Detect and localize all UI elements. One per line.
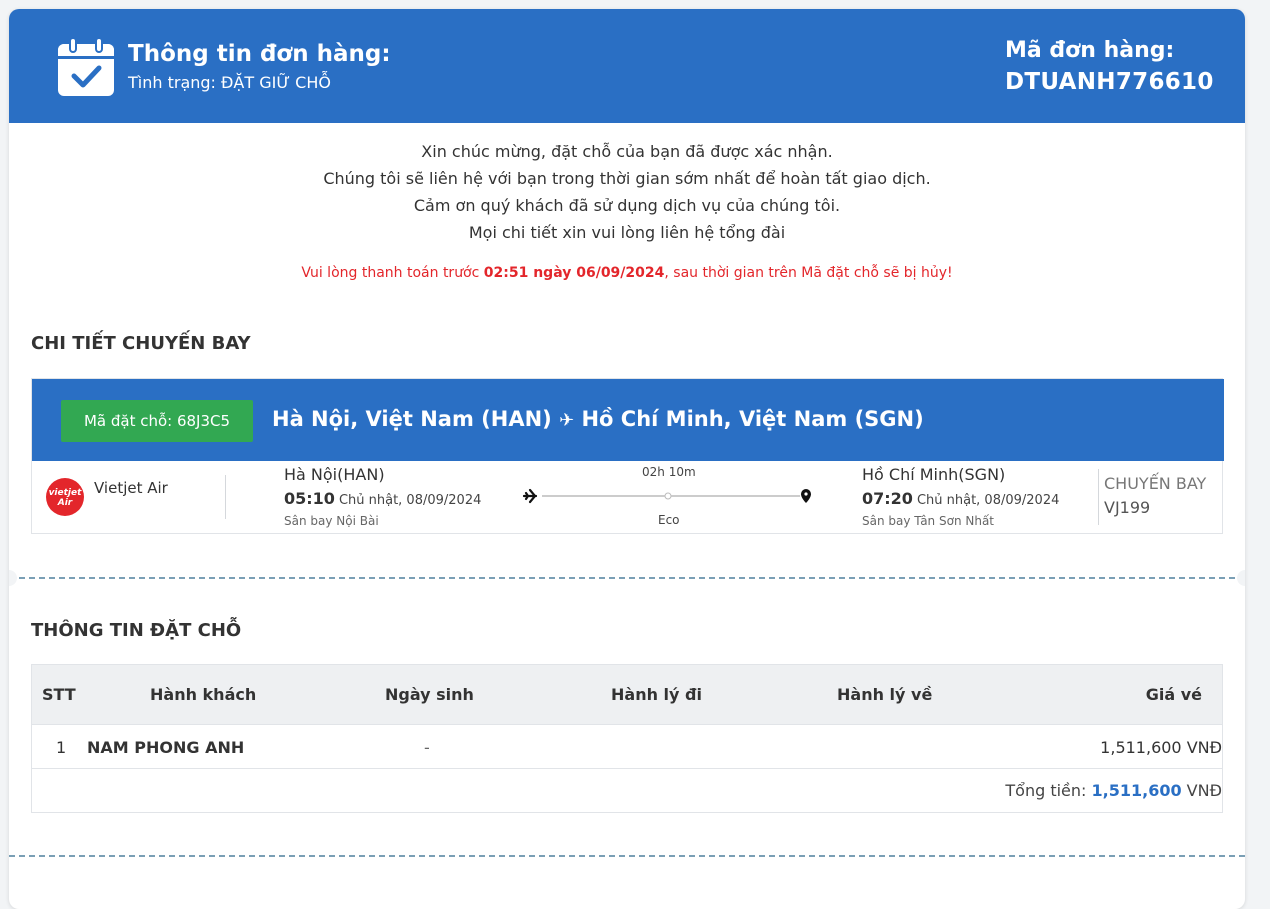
ticket-notch-right (1237, 570, 1245, 586)
plane-icon: ✈ (559, 410, 575, 431)
col-passenger: Hành khách (150, 685, 257, 704)
divider (225, 475, 226, 519)
flight-route-bar: Mã đặt chỗ: 68J3C5 Hà Nội, Việt Nam (HAN… (32, 379, 1224, 461)
arrival-time: 07:20 Chủ nhật, 08/09/2024 (862, 489, 1060, 508)
order-code: DTUANH776610 (1005, 69, 1214, 95)
payment-deadline: 02:51 ngày 06/09/2024 (483, 265, 665, 281)
col-price: Giá vé (1145, 685, 1202, 704)
arrival-airport: Sân bay Tân Sơn Nhất (862, 514, 994, 528)
col-stt: STT (42, 685, 76, 704)
row-price: 1,511,600 VNĐ (1100, 738, 1222, 757)
row-dob: - (424, 738, 430, 757)
arrival-date: Chủ nhật, 08/09/2024 (916, 493, 1060, 508)
confirm-message-2: Chúng tôi sẽ liên hệ với bạn trong thời … (323, 169, 931, 188)
total-price: Tổng tiền: 1,511,600 VNĐ (1005, 781, 1222, 800)
plane-depart-icon (522, 488, 538, 504)
airline-name: Vietjet Air (94, 479, 168, 497)
arrival-city: Hồ Chí Minh(SGN) (862, 465, 1006, 484)
payment-deadline-warning: Vui lòng thanh toán trước 02:51 ngày 06/… (301, 265, 953, 281)
col-bag-out: Hành lý đi (611, 685, 702, 704)
pnr-badge: Mã đặt chỗ: 68J3C5 (61, 400, 253, 442)
booking-table: STT Hành khách Ngày sinh Hành lý đi Hành… (31, 664, 1223, 813)
flight-track (522, 488, 811, 504)
location-pin-icon (801, 489, 811, 503)
col-bag-back: Hành lý về (837, 685, 933, 704)
flight-details-title: CHI TIẾT CHUYẾN BAY (31, 333, 251, 354)
divider (1098, 469, 1099, 525)
flight-number: VJ199 (1104, 498, 1151, 517)
confirm-message-3: Cảm ơn quý khách đã sử dụng dịch vụ của … (413, 196, 841, 215)
order-status: Tình trạng: ĐẶT GIỮ CHỖ (128, 73, 331, 92)
flight-duration: 02h 10m (642, 465, 696, 479)
section-separator (9, 855, 1245, 857)
confirm-message-1: Xin chúc mừng, đặt chỗ của bạn đã được x… (421, 142, 833, 161)
confirm-message-4: Mọi chi tiết xin vui lòng liên hệ tổng đ… (468, 223, 786, 242)
order-info-title: Thông tin đơn hàng: (128, 41, 391, 67)
total-row: Tổng tiền: 1,511,600 VNĐ (32, 768, 1222, 812)
flight-label: CHUYẾN BAY (1104, 474, 1207, 493)
departure-date: Chủ nhật, 08/09/2024 (338, 493, 482, 508)
col-dob: Ngày sinh (385, 685, 474, 704)
row-stt: 1 (56, 738, 67, 757)
booking-info-title: THÔNG TIN ĐẶT CHỖ (31, 620, 242, 641)
flight-card: Mã đặt chỗ: 68J3C5 Hà Nội, Việt Nam (HAN… (31, 378, 1224, 534)
airline-logo: vietjet Air (46, 478, 84, 516)
row-passenger: NAM PHONG ANH (87, 738, 245, 757)
departure-airport: Sân bay Nội Bài (284, 514, 379, 528)
cabin-class: Eco (658, 513, 680, 527)
departure-city: Hà Nội(HAN) (284, 465, 385, 484)
order-header: Thông tin đơn hàng: Tình trạng: ĐẶT GIỮ … (9, 9, 1245, 123)
table-row: 1 NAM PHONG ANH - 1,511,600 VNĐ (32, 724, 1222, 768)
section-separator (9, 577, 1245, 579)
table-header: STT Hành khách Ngày sinh Hành lý đi Hành… (32, 665, 1222, 724)
ticket-notch-left (9, 570, 17, 586)
calendar-check-icon (58, 37, 114, 96)
route-title: Hà Nội, Việt Nam (HAN) ✈ Hồ Chí Minh, Vi… (272, 407, 924, 431)
order-card: Thông tin đơn hàng: Tình trạng: ĐẶT GIỮ … (9, 9, 1245, 909)
total-amount: 1,511,600 (1091, 781, 1182, 800)
departure-time: 05:10 Chủ nhật, 08/09/2024 (284, 489, 482, 508)
order-code-label: Mã đơn hàng: (1005, 38, 1175, 63)
